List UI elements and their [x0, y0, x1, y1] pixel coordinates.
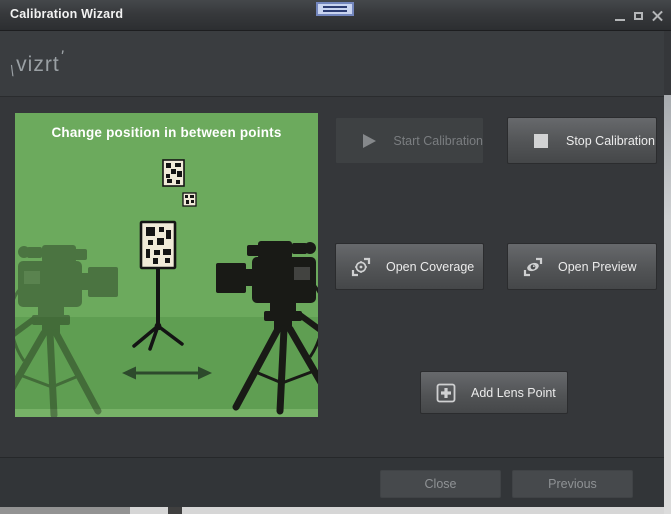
start-calibration-button[interactable]: Start Calibration: [335, 117, 484, 164]
add-lens-point-label: Add Lens Point: [471, 385, 556, 400]
stop-calibration-label: Stop Calibration: [566, 133, 655, 148]
open-coverage-button[interactable]: Open Coverage: [335, 243, 484, 290]
bottom-edge-dark-segment: [0, 507, 130, 514]
stop-calibration-button[interactable]: Stop Calibration: [507, 117, 657, 164]
eye-preview-icon: [522, 256, 544, 278]
calibration-wizard-window: Calibration Wizard \vizrt' Change positi…: [0, 0, 671, 514]
open-preview-label: Open Preview: [558, 259, 637, 274]
previous-button[interactable]: Previous: [512, 470, 633, 498]
titlebar[interactable]: Calibration Wizard: [0, 0, 671, 31]
background-window-bottom-edge: [0, 507, 664, 514]
coverage-target-icon: [350, 256, 372, 278]
minimize-icon[interactable]: [615, 18, 625, 21]
plus-box-icon: [435, 382, 457, 404]
logo-bar: \vizrt': [0, 31, 664, 96]
window-controls: [615, 0, 663, 30]
close-window-icon[interactable]: [652, 11, 663, 22]
header-separator: [0, 96, 664, 97]
marker-small: [182, 192, 197, 207]
illustration-heading: Change position in between points: [51, 125, 282, 140]
window-title: Calibration Wizard: [10, 7, 124, 21]
add-lens-point-button[interactable]: Add Lens Point: [420, 371, 568, 414]
logo-text: vizrt: [16, 53, 60, 76]
illustration-panel: Change position in between points: [15, 113, 318, 417]
background-window-right-edge: [664, 95, 671, 514]
close-button[interactable]: Close: [380, 470, 501, 498]
open-preview-button[interactable]: Open Preview: [507, 243, 657, 290]
logo-accent-right: ': [57, 46, 66, 67]
marker-medium: [162, 159, 185, 187]
maximize-icon[interactable]: [634, 12, 643, 20]
drag-handle-icon[interactable]: [316, 2, 354, 16]
start-calibration-label: Start Calibration: [393, 133, 483, 148]
stop-square-icon: [530, 130, 552, 152]
vizrt-logo: \vizrt': [9, 46, 66, 81]
calibration-scene-illustration: [15, 113, 318, 417]
bottom-edge-notch: [168, 507, 182, 514]
open-coverage-label: Open Coverage: [386, 259, 475, 274]
play-icon: [358, 130, 379, 152]
